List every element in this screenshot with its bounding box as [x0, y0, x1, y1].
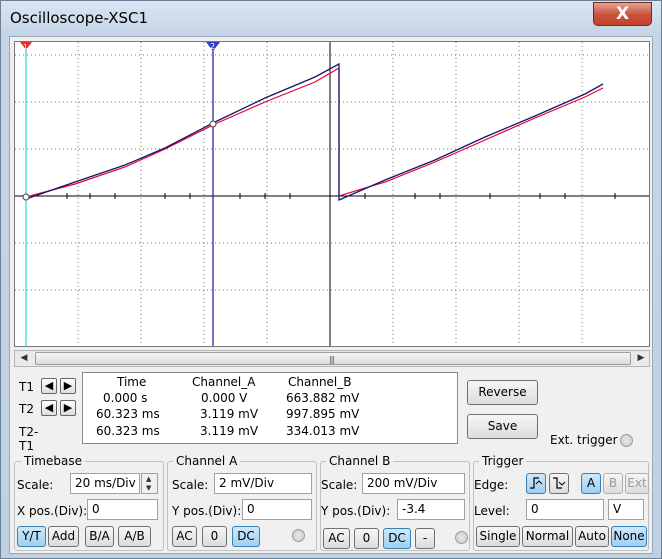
spin-up-icon[interactable]: ▲: [146, 475, 151, 483]
timebase-scale-label: Scale:: [17, 478, 54, 492]
channel-a-title: Channel A: [173, 454, 241, 468]
mode-yt-button[interactable]: Y/T: [17, 526, 46, 547]
rising-edge-icon: [530, 477, 543, 489]
channel-a-group: Channel A Scale: 2 mV/Div Y pos.(Div): 0…: [167, 454, 317, 551]
channel-a-zero-button[interactable]: 0: [202, 526, 227, 547]
channel-b-invert-button[interactable]: -: [415, 528, 435, 549]
falling-edge-icon: [553, 477, 566, 489]
readout-delta-channel-b: 334.013 mV: [286, 424, 360, 438]
trigger-level-label: Level:: [474, 504, 510, 518]
readout-header-time: Time: [117, 375, 147, 389]
mode-ab-button[interactable]: A/B: [118, 526, 151, 547]
title-bar[interactable]: Oscilloscope-XSC1 X: [1, 1, 661, 35]
spin-down-icon[interactable]: ▼: [146, 484, 151, 492]
channel-b-ypos-label: Y pos.(Div):: [321, 504, 391, 518]
channel-a-ypos-label: Y pos.(Div):: [172, 504, 242, 518]
timebase-scale-spinner[interactable]: ▲ ▼: [141, 473, 158, 494]
trigger-level-unit: V: [608, 499, 644, 520]
scroll-left-arrow-icon[interactable]: ◀: [16, 351, 32, 366]
readout-header-channel-a: Channel_A: [192, 375, 256, 389]
trigger-source-ext-button[interactable]: Ext: [625, 473, 649, 494]
t2-left-arrow-icon[interactable]: ◀: [41, 400, 57, 416]
measurement-readout: Time Channel_A Channel_B 0.000 s 0.000 V…: [82, 372, 458, 444]
mode-add-button[interactable]: Add: [48, 526, 79, 547]
readout-delta-time: 60.323 ms: [96, 424, 160, 438]
channel-a-connector[interactable]: [292, 529, 305, 542]
falling-edge-button[interactable]: [549, 473, 569, 494]
channel-a-trace: [25, 66, 604, 198]
reverse-button[interactable]: Reverse: [467, 380, 538, 405]
scrollbar-grip: |||: [329, 355, 335, 364]
trigger-auto-button[interactable]: Auto: [575, 526, 609, 547]
channel-b-group: Channel B Scale: 200 mV/Div Y pos.(Div):…: [320, 454, 470, 551]
rising-edge-button[interactable]: [526, 473, 546, 494]
trigger-source-b-button[interactable]: B: [603, 473, 623, 494]
trigger-normal-button[interactable]: Normal: [522, 526, 573, 547]
save-button[interactable]: Save: [467, 414, 538, 439]
readout-t2-channel-b: 997.895 mV: [286, 407, 360, 421]
readout-t1-channel-a: 0.000 V: [201, 391, 248, 405]
channel-b-title: Channel B: [326, 454, 394, 468]
readout-t2-time: 60.323 ms: [96, 407, 160, 421]
channel-a-ypos-input[interactable]: 0: [242, 499, 312, 520]
scrollbar-thumb[interactable]: |||: [35, 352, 631, 365]
timebase-xpos-input[interactable]: 0: [87, 499, 158, 520]
trigger-source-a-button[interactable]: A: [581, 473, 601, 494]
channel-b-scale-input[interactable]: 200 mV/Div: [362, 473, 465, 494]
trigger-none-button[interactable]: None: [611, 526, 647, 547]
cursor-2-marker-label: 2: [210, 42, 215, 51]
readout-delta-channel-a: 3.119 mV: [200, 424, 259, 438]
trigger-single-button[interactable]: Single: [476, 526, 520, 547]
horizontal-scrollbar[interactable]: ◀ ||| ▶: [14, 350, 650, 367]
t1-left-arrow-icon[interactable]: ◀: [41, 378, 57, 394]
channel-b-ac-button[interactable]: AC: [323, 528, 350, 549]
ext-trigger-label: Ext. trigger: [550, 433, 618, 447]
scope-display: 1 2: [14, 41, 650, 347]
timebase-scale-input[interactable]: 20 ms/Div: [70, 473, 140, 494]
channel-b-dc-button[interactable]: DC: [383, 528, 411, 549]
timebase-group: Timebase Scale: 20 ms/Div ▲ ▼ X pos.(Div…: [14, 454, 164, 551]
timebase-title: Timebase: [21, 454, 85, 468]
trigger-level-input[interactable]: 0: [526, 499, 604, 520]
readout-t1-time: 0.000 s: [103, 391, 148, 405]
channel-b-connector[interactable]: [455, 531, 468, 544]
mode-ba-button[interactable]: B/A: [85, 526, 114, 547]
channel-b-ypos-input[interactable]: -3.4: [397, 499, 465, 520]
channel-a-ac-button[interactable]: AC: [172, 526, 197, 547]
client-area: 1 2 ◀ ||| ▶ T1 ◀ ▶ T2 ◀ ▶ T2-T1 Time Cha…: [9, 36, 653, 554]
grid: [15, 42, 649, 346]
channel-a-scale-input[interactable]: 2 mV/Div: [214, 473, 312, 494]
t2-t1-label: T2-T1: [19, 425, 39, 453]
trigger-title: Trigger: [479, 454, 527, 468]
window-title: Oscilloscope-XSC1: [10, 9, 149, 27]
timebase-xpos-label: X pos.(Div):: [17, 504, 88, 518]
t2-right-arrow-icon[interactable]: ▶: [60, 400, 76, 416]
t2-label: T2: [19, 402, 34, 416]
oscilloscope-window: Oscilloscope-XSC1 X 1 2 ◀ ||| ▶ T1 ◀ ▶ T…: [0, 0, 662, 559]
trigger-edge-label: Edge:: [474, 478, 509, 492]
close-button[interactable]: X: [593, 2, 652, 26]
readout-header-channel-b: Channel_B: [288, 375, 352, 389]
channel-a-dc-button[interactable]: DC: [232, 526, 260, 547]
t1-right-arrow-icon[interactable]: ▶: [60, 378, 76, 394]
readout-t1-channel-b: 663.882 mV: [286, 391, 360, 405]
channel-b-zero-button[interactable]: 0: [354, 528, 379, 549]
cursor-1-marker-label: 1: [23, 43, 27, 51]
channel-b-scale-label: Scale:: [321, 478, 358, 492]
ext-trigger-connector[interactable]: [620, 434, 633, 447]
t1-label: T1: [19, 380, 34, 394]
scroll-right-arrow-icon[interactable]: ▶: [633, 351, 649, 366]
scope-graph: 1 2: [15, 42, 649, 346]
channel-b-trace: [25, 62, 604, 201]
channel-a-scale-label: Scale:: [172, 478, 209, 492]
readout-t2-channel-a: 3.119 mV: [200, 407, 259, 421]
trigger-group: Trigger Edge: A B Ext Level: 0 V Single …: [473, 454, 649, 551]
